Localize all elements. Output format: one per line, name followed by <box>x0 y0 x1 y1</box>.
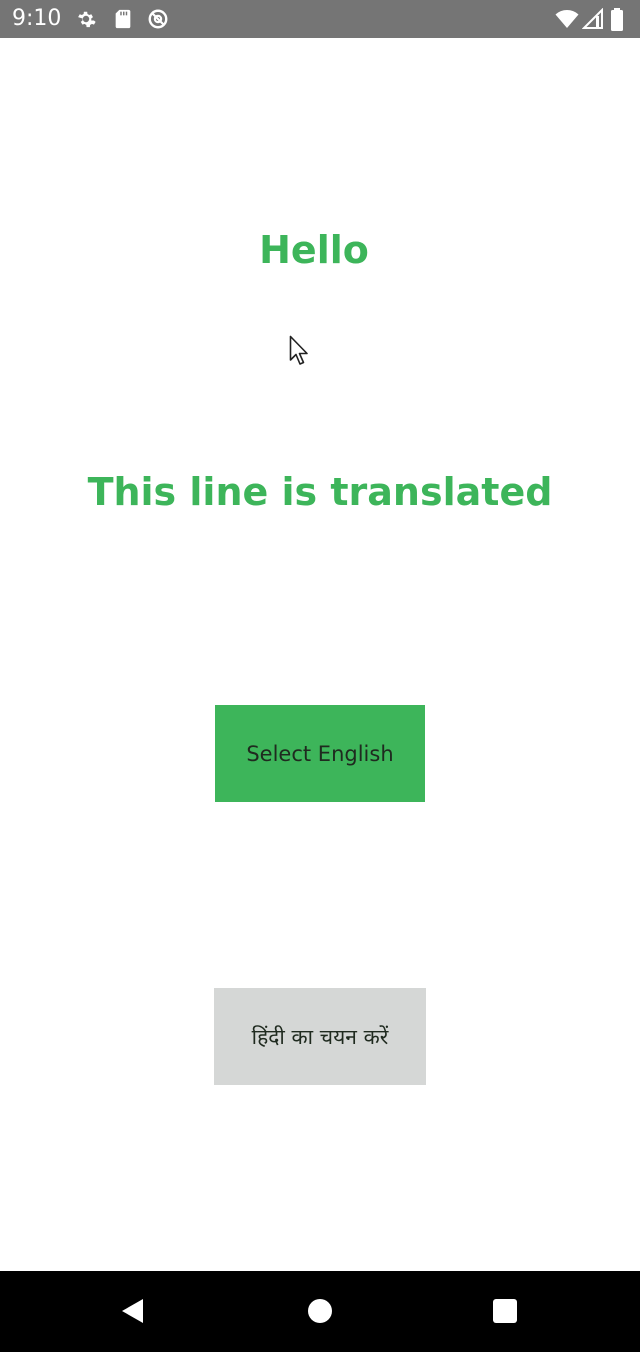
at-sign-icon <box>147 8 169 30</box>
gear-icon <box>75 8 97 30</box>
back-icon[interactable] <box>113 1291 153 1331</box>
battery-icon <box>610 8 624 31</box>
home-icon[interactable] <box>300 1291 340 1331</box>
select-hindi-button[interactable]: हिंदी का चयन करें <box>214 988 426 1085</box>
wifi-icon <box>555 8 579 30</box>
status-bar: 9:10 <box>0 0 640 38</box>
signal-icon <box>581 7 604 30</box>
translated-line-text: This line is translated <box>87 470 553 514</box>
status-time: 9:10 <box>12 6 62 31</box>
hello-text: Hello <box>259 228 369 272</box>
mouse-pointer-icon <box>289 335 311 369</box>
select-english-button[interactable]: Select English <box>215 705 425 802</box>
app-screen: 9:10 Hello This line is translated Selec… <box>0 0 640 1352</box>
navigation-bar <box>0 1271 640 1352</box>
recents-icon[interactable] <box>485 1291 525 1331</box>
sd-card-icon <box>112 8 134 30</box>
